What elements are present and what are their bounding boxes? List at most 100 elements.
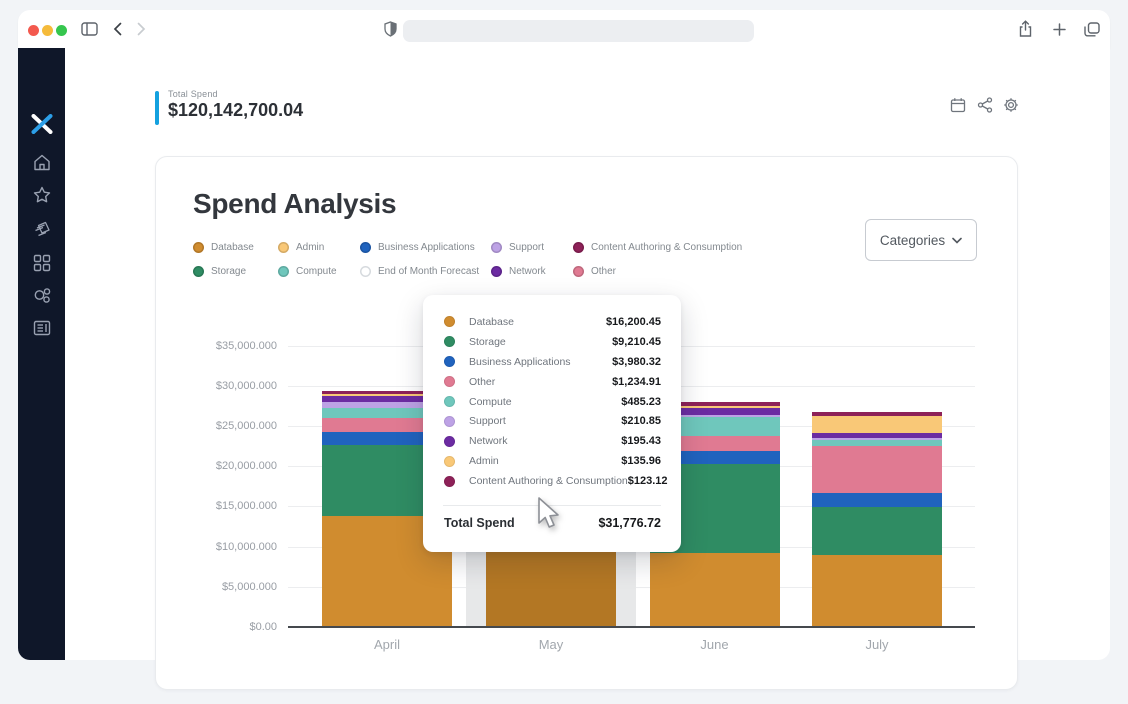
- legend-item-admin[interactable]: Admin: [278, 240, 324, 255]
- legend-color-dot: [573, 266, 584, 277]
- shield-icon[interactable]: [384, 21, 397, 38]
- bar-segment-july-content-authoring-consumption[interactable]: [812, 412, 942, 416]
- bar-segment-july-storage[interactable]: [812, 507, 942, 556]
- legend-item-business-applications[interactable]: Business Applications: [360, 240, 475, 255]
- tooltip-color-dot: [444, 396, 455, 407]
- sidebar-item-layers[interactable]: [32, 221, 51, 239]
- legend-item-storage[interactable]: Storage: [193, 264, 246, 279]
- sidebar-item-favorites[interactable]: [32, 186, 51, 204]
- close-window-button[interactable]: [28, 25, 39, 36]
- calendar-icon[interactable]: [950, 97, 966, 118]
- tooltip-row-label: Business Applications: [469, 356, 612, 368]
- legend-label: Content Authoring & Consumption: [591, 242, 742, 253]
- legend-label: Admin: [296, 242, 324, 253]
- y-axis-tick-label: $5,000.000: [193, 581, 277, 593]
- tooltip-color-dot: [444, 376, 455, 387]
- sidebar-item-report[interactable]: [33, 320, 51, 336]
- forward-button[interactable]: [137, 22, 146, 36]
- tooltip-color-dot: [444, 356, 455, 367]
- share-icon[interactable]: [1018, 20, 1033, 38]
- bar-segment-june-database[interactable]: [650, 553, 780, 627]
- new-tab-icon[interactable]: [1053, 23, 1066, 36]
- bar-segment-july-compute[interactable]: [812, 440, 942, 446]
- tooltip-row-value: $123.12: [628, 475, 668, 487]
- tooltip-row-value: $485.23: [621, 396, 661, 408]
- legend-color-dot: [360, 242, 371, 253]
- legend-color-dot: [491, 266, 502, 277]
- legend-label: Compute: [296, 266, 337, 277]
- legend-item-database[interactable]: Database: [193, 240, 254, 255]
- sidebar-toggle-icon[interactable]: [81, 22, 98, 36]
- x-axis-label-may: May: [491, 637, 611, 652]
- legend-color-dot: [573, 242, 584, 253]
- sidebar-item-home[interactable]: [33, 154, 51, 171]
- address-bar[interactable]: [403, 20, 754, 42]
- y-axis-tick-label: $25,000.000: [193, 420, 277, 432]
- x-axis-label-july: July: [817, 637, 937, 652]
- sidebar-item-connections[interactable]: [32, 287, 51, 305]
- tooltip-total-value: $31,776.72: [598, 516, 661, 530]
- bar-segment-july-other[interactable]: [812, 446, 942, 493]
- bar-segment-july-support[interactable]: [812, 438, 942, 440]
- tooltip-row-label: Database: [469, 316, 606, 328]
- legend-color-dot: [278, 266, 289, 277]
- tooltip-row-value: $135.96: [621, 455, 661, 467]
- x-axis-label-june: June: [655, 637, 775, 652]
- tooltip-row-value: $1,234.91: [612, 376, 661, 388]
- legend-item-compute[interactable]: Compute: [278, 264, 337, 279]
- legend-label: End of Month Forecast: [378, 266, 479, 277]
- bar-segment-july-admin[interactable]: [812, 416, 942, 433]
- legend-item-network[interactable]: Network: [491, 264, 546, 279]
- tooltip-row-label: Compute: [469, 396, 621, 408]
- bar-segment-july-network[interactable]: [812, 433, 942, 438]
- tooltip-row-label: Admin: [469, 455, 621, 467]
- tooltip-row-label: Network: [469, 435, 621, 447]
- y-axis-tick-label: $30,000.000: [193, 380, 277, 392]
- tooltip-row: Content Authoring & Consumption$123.12: [423, 471, 681, 491]
- legend-item-end-of-month-forecast[interactable]: End of Month Forecast: [360, 264, 479, 279]
- tooltip-row: Network$195.43: [423, 431, 681, 451]
- back-button[interactable]: [113, 22, 122, 36]
- tooltip-row-value: $9,210.45: [612, 336, 661, 348]
- tooltip-row-label: Support: [469, 415, 621, 427]
- tooltip-row-value: $195.43: [621, 435, 661, 447]
- bar-segment-july-business-applications[interactable]: [812, 493, 942, 507]
- tab-overview-icon[interactable]: [1084, 22, 1100, 37]
- categories-dropdown[interactable]: Categories: [865, 219, 977, 261]
- share-nodes-icon[interactable]: [977, 97, 993, 118]
- tooltip-row: Admin$135.96: [423, 451, 681, 471]
- tooltip-color-dot: [444, 416, 455, 427]
- legend-label: Support: [509, 242, 544, 253]
- browser-chrome: [18, 10, 1110, 48]
- tooltip-color-dot: [444, 436, 455, 447]
- legend-item-other[interactable]: Other: [573, 264, 616, 279]
- settings-gear-icon[interactable]: [1003, 97, 1019, 118]
- chevron-down-icon: [952, 237, 962, 244]
- legend-label: Storage: [211, 266, 246, 277]
- mouse-cursor: [536, 497, 562, 536]
- tooltip-row: Business Applications$3,980.32: [423, 352, 681, 372]
- legend-color-dot: [491, 242, 502, 253]
- legend-label: Business Applications: [378, 242, 475, 253]
- legend-label: Database: [211, 242, 254, 253]
- tooltip-row-label: Other: [469, 376, 612, 388]
- categories-dropdown-label: Categories: [880, 233, 945, 248]
- zoom-window-button[interactable]: [56, 25, 67, 36]
- tooltip-row-value: $16,200.45: [606, 316, 661, 328]
- total-spend-label: Total Spend: [168, 89, 218, 99]
- legend-item-support[interactable]: Support: [491, 240, 544, 255]
- sidebar-item-apps[interactable]: [33, 254, 51, 272]
- y-axis-tick-label: $10,000.000: [193, 541, 277, 553]
- legend-color-dot: [193, 266, 204, 277]
- minimize-window-button[interactable]: [42, 25, 53, 36]
- app-sidebar: [18, 48, 65, 660]
- legend-item-content-authoring-consumption[interactable]: Content Authoring & Consumption: [573, 240, 742, 255]
- y-axis-tick-label: $35,000.000: [193, 340, 277, 352]
- tooltip-row: Compute$485.23: [423, 392, 681, 412]
- bar-segment-july-database[interactable]: [812, 555, 942, 627]
- tooltip-color-dot: [444, 316, 455, 327]
- tooltip-row: Storage$9,210.45: [423, 332, 681, 352]
- tooltip-rows: Database$16,200.45Storage$9,210.45Busine…: [423, 312, 681, 491]
- tooltip-color-dot: [444, 456, 455, 467]
- app-logo[interactable]: [31, 114, 52, 134]
